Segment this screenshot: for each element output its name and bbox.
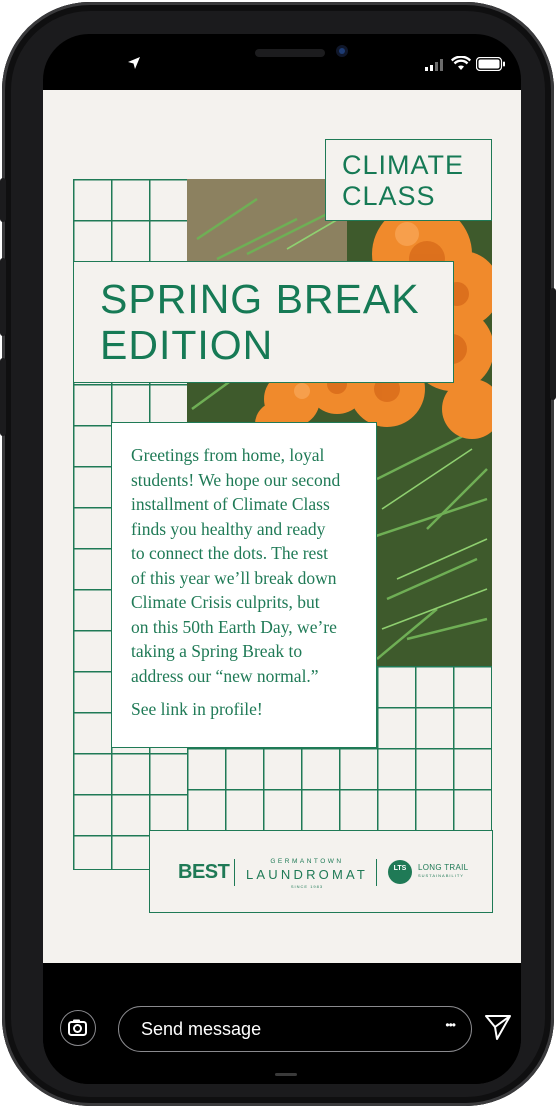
signal-bars-icon	[425, 58, 445, 76]
grid-pattern-right	[377, 666, 492, 831]
front-camera	[336, 45, 348, 57]
greeting-text-box: Greetings from home, loyal students! We …	[111, 422, 377, 748]
since-text: SINCE 1983	[290, 884, 324, 889]
more-options-button[interactable]: •••	[445, 1018, 456, 1032]
best-logo: BEST	[178, 861, 230, 883]
mute-switch	[0, 178, 6, 222]
send-button[interactable]	[483, 1013, 513, 1041]
germantown-text: GERMANTOWN	[270, 858, 344, 865]
camera-button[interactable]	[60, 1010, 96, 1046]
greeting-line: on this 50th Earth Day, we’re	[131, 616, 337, 637]
greeting-line: of this year we’ll break down	[131, 567, 337, 588]
volume-up-button	[0, 258, 6, 336]
long-trail-text: LONG TRAIL	[418, 863, 469, 872]
battery-icon	[475, 56, 506, 76]
spring-break-title: SPRING BREAK EDITION	[73, 261, 454, 383]
title-line1: SPRING BREAK	[100, 276, 420, 322]
laundromat-text: LAUNDROMAT	[246, 867, 369, 882]
earpiece-speaker	[255, 49, 325, 57]
greeting-line: address our “new normal.”	[131, 665, 319, 686]
home-indicator	[275, 1073, 297, 1076]
phone-screen: CLIMATE CLASS SPRING BREAK EDITION Greet…	[43, 34, 521, 1084]
greeting-line: installment of Climate Class	[131, 494, 330, 514]
climate-class-label: CLIMATE CLASS	[325, 139, 492, 221]
send-message-input[interactable]: Send message •••	[118, 1006, 472, 1052]
lts-badge-text: LTS	[393, 865, 407, 872]
reply-bar: Send message •••	[43, 963, 521, 1084]
paper-plane-icon	[485, 1015, 511, 1040]
logo-divider	[376, 859, 378, 886]
climate-class-line2: CLASS	[342, 181, 436, 211]
long-trail-logo: LONG TRAIL SUSTAINABILITY	[418, 863, 468, 878]
title-line2: EDITION	[100, 322, 274, 368]
lts-badge-icon: LTS	[388, 860, 412, 884]
story-image[interactable]: CLIMATE CLASS SPRING BREAK EDITION Greet…	[43, 90, 521, 963]
sustainability-text: SUSTAINABILITY	[418, 873, 464, 878]
location-arrow-icon	[127, 56, 141, 75]
greeting-line: students! We hope our second	[131, 469, 341, 490]
germantown-laundromat-logo: GERMANTOWN LAUNDROMAT SINCE 1983	[246, 858, 368, 889]
greeting-line: finds you healthy and ready	[131, 518, 326, 539]
greeting-line: Climate Crisis culprits, but	[131, 592, 320, 612]
notch	[155, 34, 417, 74]
send-message-placeholder: Send message	[141, 1019, 262, 1039]
greeting-line: to connect the dots. The rest	[131, 543, 328, 563]
sponsor-logos: BEST GERMANTOWN LAUNDROMAT SINCE 1983 LT…	[149, 830, 493, 913]
greeting-line: Greetings from home, loyal	[131, 445, 325, 465]
camera-icon	[68, 1019, 87, 1036]
see-link-text: See link in profile!	[131, 699, 263, 719]
climate-class-line1: CLIMATE	[342, 150, 465, 180]
volume-down-button	[0, 358, 6, 436]
grid-pattern-bottom	[187, 748, 378, 831]
power-button	[550, 288, 556, 400]
logo-divider	[234, 859, 236, 886]
greeting-line: taking a Spring Break to	[131, 641, 303, 661]
wifi-icon	[450, 55, 472, 76]
